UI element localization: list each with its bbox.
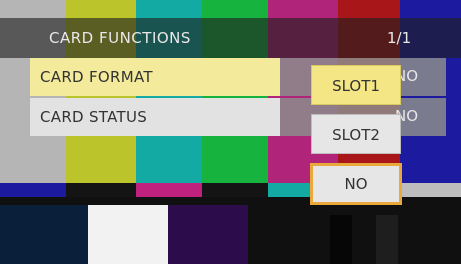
pluge-purple	[168, 205, 248, 264]
menu-title: CARD FUNCTIONS	[49, 29, 191, 47]
pluge-white	[88, 205, 168, 264]
strip-gray	[400, 183, 461, 197]
menu-item-card-status[interactable]: CARD STATUS	[30, 98, 280, 136]
option-slot1[interactable]: SLOT1	[311, 65, 401, 105]
pluge-gray-step	[376, 215, 398, 264]
option-no[interactable]: NO	[310, 163, 402, 205]
pluge-black-step	[330, 215, 352, 264]
page-indicator: 1/1	[387, 29, 412, 47]
strip-blue	[0, 183, 66, 197]
strip-black	[66, 183, 136, 197]
camera-viewfinder-screen: CARD FUNCTIONS 1/1 NO NO CARD FORMAT CAR…	[0, 0, 461, 264]
strip-black-2	[202, 183, 268, 197]
strip-magenta	[136, 183, 202, 197]
menu-item-card-format[interactable]: CARD FORMAT	[30, 58, 280, 96]
option-slot2[interactable]: SLOT2	[311, 114, 401, 154]
pluge-navy	[0, 205, 88, 264]
